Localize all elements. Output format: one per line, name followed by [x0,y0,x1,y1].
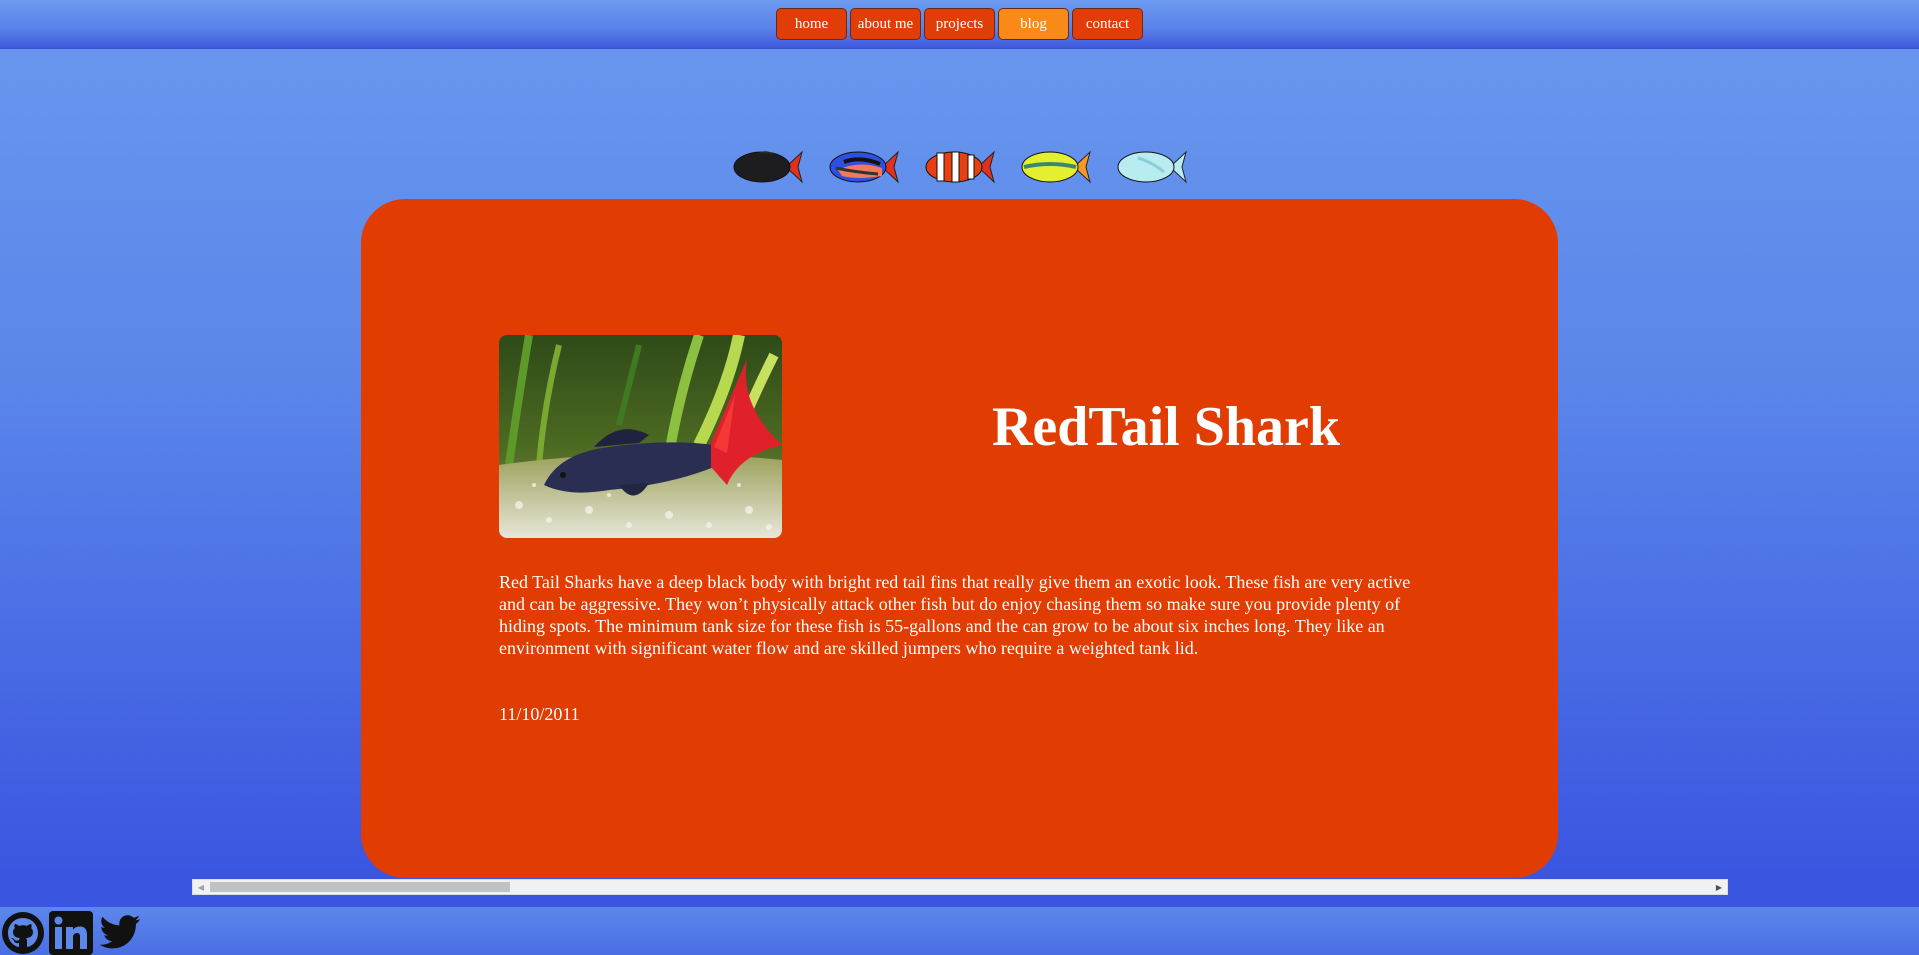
main-nav: home about me projects blog contact [776,8,1143,40]
blog-post-card: RedTail Shark Red Tail Sharks have a dee… [361,199,1558,878]
post-title: RedTail Shark [991,396,1341,458]
scroll-right-arrow-icon[interactable]: ▶ [1711,880,1727,894]
fish-selector-row [728,146,1188,188]
scroll-left-arrow-icon[interactable]: ◀ [193,880,209,894]
social-links [0,910,142,955]
scrollbar-thumb[interactable] [210,882,510,892]
nav-home-button[interactable]: home [776,8,847,40]
red-tail-shark-photo [499,335,782,538]
horizontal-scrollbar[interactable]: ◀ ▶ [192,879,1728,895]
top-nav-bar: home about me projects blog contact [0,0,1919,49]
yellow-striped-fish-icon[interactable] [1016,146,1092,188]
nav-projects-button[interactable]: projects [924,8,995,40]
nav-about-me-button[interactable]: about me [850,8,921,40]
light-blue-fish-icon[interactable] [1112,146,1188,188]
footer [0,907,1919,955]
nav-blog-button[interactable]: blog [998,8,1069,40]
linkedin-icon[interactable] [48,910,94,955]
post-body: Red Tail Sharks have a deep black body w… [499,572,1411,658]
nav-contact-button[interactable]: contact [1072,8,1143,40]
black-fish-icon[interactable] [728,146,804,188]
post-date: 11/10/2011 [499,704,580,724]
blue-tang-fish-icon[interactable] [824,146,900,188]
twitter-icon[interactable] [96,910,142,955]
clownfish-icon[interactable] [920,146,996,188]
github-icon[interactable] [0,910,46,955]
